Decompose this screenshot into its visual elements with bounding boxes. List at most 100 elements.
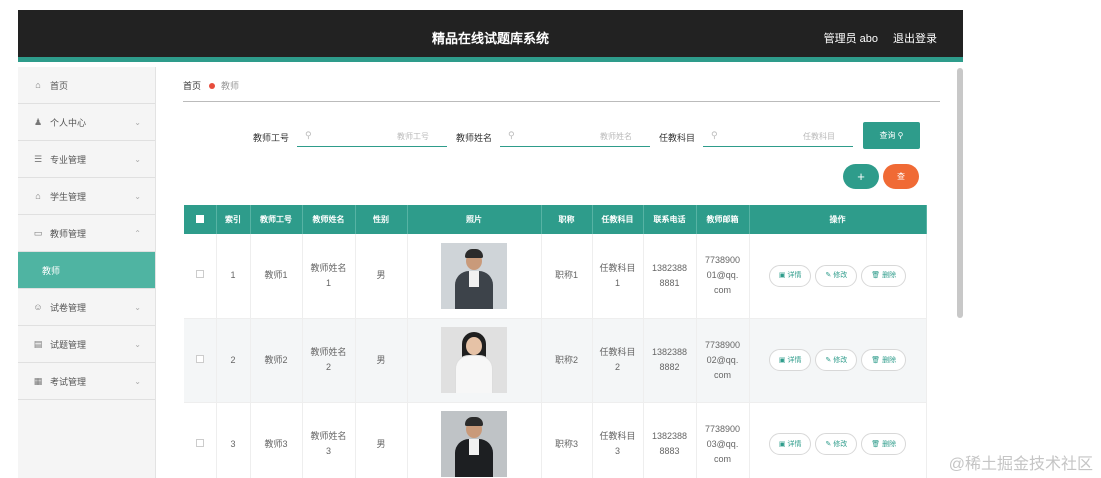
sidebar-item-home[interactable]: ⌂ 首页 [18, 67, 155, 104]
sidebar: ⌂ 首页 ♟ 个人中心 ⌄ ☰ 专业管理 ⌄ ⌂ 学生管理 ⌄ ▭ 教师管理 ⌃… [18, 67, 156, 478]
delete-button[interactable]: 🗑 删除 [861, 433, 907, 455]
column-header: 照片 [407, 205, 542, 234]
detail-button[interactable]: ▣ 详情 [768, 433, 812, 455]
sidebar-item-question-management[interactable]: ▤ 试题管理 ⌄ [18, 326, 155, 363]
cell-teacher-id: 教师1 [250, 234, 303, 319]
sidebar-item-label: 试题管理 [50, 339, 87, 350]
email-text: 7738900 01@qq. com [704, 255, 741, 296]
select-all-checkbox[interactable] [184, 205, 217, 234]
subject-label: 任教科目 [659, 133, 696, 143]
chevron-down-icon: ⌄ [134, 302, 141, 312]
sidebar-item-major-management[interactable]: ☰ 专业管理 ⌄ [18, 141, 155, 178]
cell-phone: 1382388 8882 [643, 318, 697, 403]
cell-index: 3 [216, 402, 251, 478]
sidebar-item-label: 教师 [42, 265, 61, 276]
chevron-down-icon: ⌄ [134, 154, 141, 164]
sidebar-item-label: 教师管理 [50, 228, 87, 239]
row-checkbox[interactable] [184, 318, 217, 403]
sidebar-item-label: 个人中心 [50, 117, 87, 128]
sidebar-subitem-teacher[interactable]: 教师 [18, 252, 155, 289]
query-button[interactable]: 查询 ⚲ [863, 122, 920, 149]
cell-index: 2 [216, 318, 251, 403]
breadcrumb-current: 教师 [221, 81, 240, 91]
delete-button[interactable]: 🗑 删除 [861, 349, 907, 371]
cell-actions: ▣ 详情 ✎ 修改 🗑 删除 [749, 318, 927, 403]
cell-phone: 1382388 8881 [643, 234, 697, 319]
email-text: 7738900 03@qq. com [704, 423, 741, 464]
row-checkbox[interactable] [184, 234, 217, 319]
subject-placeholder: 任教科目 [803, 132, 835, 141]
chevron-down-icon: ⌄ [134, 117, 141, 127]
column-header: 职称 [541, 205, 593, 234]
edit-button[interactable]: ✎ 修改 [815, 264, 858, 287]
sidebar-item-exam-management[interactable]: ▦ 考试管理 ⌄ [18, 363, 155, 400]
cell-title: 职称3 [541, 402, 593, 478]
subject-text: 任教科目 1 [599, 262, 636, 288]
column-header: 任教科目 [592, 205, 644, 234]
logout-link[interactable]: 退出登录 [893, 30, 937, 46]
cell-phone: 1382388 8883 [643, 402, 697, 478]
sidebar-item-personal-center[interactable]: ♟ 个人中心 ⌄ [18, 104, 155, 141]
teacher-table: 索引 教师工号 教师姓名 性别 照片 职称 任教科目 联系电话 教师邮箱 操作 … [184, 205, 927, 478]
cell-gender: 男 [355, 234, 408, 319]
search-icon: ⚲ [305, 130, 312, 140]
phone-text: 1382388 8881 [651, 262, 688, 288]
grid-icon: ▤ [33, 338, 43, 349]
teacher-name-input[interactable]: ⚲ 教师姓名 [500, 125, 650, 147]
edit-button[interactable]: ✎ 修改 [815, 349, 858, 371]
cell-title: 职称2 [541, 318, 593, 403]
breadcrumb-divider [183, 101, 940, 102]
breadcrumb-home[interactable]: 首页 [183, 79, 201, 92]
phone-text: 1382388 8882 [651, 347, 688, 372]
cell-photo [407, 234, 542, 319]
breadcrumb: 首页 教师 [183, 79, 239, 92]
app-window: 精品在线试题库系统 管理员 abo 退出登录 ⌂ 首页 ♟ 个人中心 ⌄ ☰ 专… [18, 10, 963, 478]
detail-button[interactable]: ▣ 详情 [768, 264, 812, 287]
add-button[interactable]: + [843, 164, 879, 189]
sidebar-item-paper-management[interactable]: ☺ 试卷管理 ⌄ [18, 289, 155, 326]
subject-text: 任教科目 3 [599, 431, 636, 456]
teacher-id-input[interactable]: ⚲ 教师工号 [297, 125, 447, 147]
cell-actions: ▣ 详情 ✎ 修改 🗑 删除 [749, 402, 927, 478]
edit-button[interactable]: ✎ 修改 [815, 433, 858, 455]
chevron-down-icon: ⌄ [134, 376, 141, 386]
teacher-name-text: 教师姓名 1 [310, 262, 347, 288]
admin-user-label: 管理员 abo [823, 33, 878, 45]
column-header: 教师姓名 [302, 205, 356, 234]
chevron-down-icon: ⌄ [134, 191, 141, 201]
cell-actions: ▣ 详情 ✎ 修改 🗑 删除 [749, 234, 927, 319]
teacher-photo [441, 242, 507, 309]
phone-text: 1382388 8883 [651, 431, 688, 456]
subject-text: 任教科目 2 [599, 347, 636, 372]
sidebar-item-label: 首页 [50, 80, 69, 91]
cell-subject: 任教科目 2 [592, 318, 644, 403]
email-text: 7738900 02@qq. com [704, 339, 741, 380]
breadcrumb-separator-dot [209, 82, 216, 89]
chevron-up-icon: ⌃ [134, 228, 141, 238]
sidebar-item-student-management[interactable]: ⌂ 学生管理 ⌄ [18, 178, 155, 215]
vertical-scrollbar[interactable] [957, 68, 963, 318]
doc-icon: ▦ [33, 375, 43, 386]
top-header: 精品在线试题库系统 管理员 abo 退出登录 [18, 10, 963, 62]
subject-input[interactable]: ⚲ 任教科目 [703, 125, 853, 147]
cell-subject: 任教科目 1 [592, 234, 644, 319]
batch-delete-button[interactable]: 查 [883, 164, 919, 189]
cell-gender: 男 [355, 318, 408, 403]
cell-email: 7738900 01@qq. com [696, 234, 750, 319]
search-icon: ⚲ [711, 130, 718, 140]
home-icon: ⌂ [35, 80, 41, 90]
table-row: 3 教师3 教师姓名 3 男 职称3 任教科目 3 1382388 8883 7… [184, 402, 927, 478]
cell-subject: 任教科目 3 [592, 402, 644, 478]
column-header: 教师邮箱 [696, 205, 750, 234]
sidebar-item-label: 专业管理 [50, 154, 87, 165]
column-header: 联系电话 [643, 205, 697, 234]
sidebar-item-label: 试卷管理 [50, 302, 87, 313]
sidebar-item-teacher-management[interactable]: ▭ 教师管理 ⌃ [18, 215, 155, 252]
teacher-photo [441, 327, 507, 393]
column-header: 教师工号 [250, 205, 303, 234]
row-checkbox[interactable] [184, 402, 217, 478]
main-content: 首页 教师 教师工号 ⚲ 教师工号 教师姓名 ⚲ 教师姓名 任教科目 ⚲ 任教科… [156, 67, 956, 478]
cell-teacher-id: 教师2 [250, 318, 303, 403]
delete-button[interactable]: 🗑 删除 [861, 264, 907, 287]
detail-button[interactable]: ▣ 详情 [768, 349, 812, 371]
